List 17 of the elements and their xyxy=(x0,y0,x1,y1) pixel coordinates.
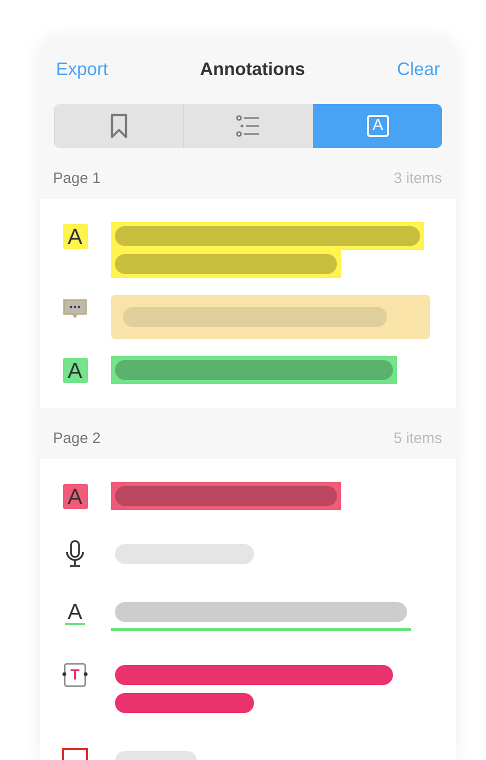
tab[interactable]: A xyxy=(312,104,442,148)
item-count: 5 items xyxy=(394,430,442,447)
microphone-icon xyxy=(64,540,86,568)
comment-icon xyxy=(62,298,88,320)
export-button[interactable]: Export xyxy=(56,58,108,80)
item-count: 3 items xyxy=(394,170,442,187)
bookmark-icon xyxy=(110,113,128,139)
section-title: Page 1 xyxy=(53,170,101,187)
section-title: Page 2 xyxy=(53,430,101,447)
highlight-icon: A xyxy=(62,358,88,383)
highlight-icon: A xyxy=(62,484,88,509)
clear-button[interactable]: Clear xyxy=(396,58,440,80)
list-icon xyxy=(236,115,260,137)
text-box-icon: A xyxy=(366,115,389,137)
text-box-icon: T xyxy=(62,662,88,688)
highlight-icon: A xyxy=(62,224,88,249)
panel-title: Annotations xyxy=(200,58,305,80)
